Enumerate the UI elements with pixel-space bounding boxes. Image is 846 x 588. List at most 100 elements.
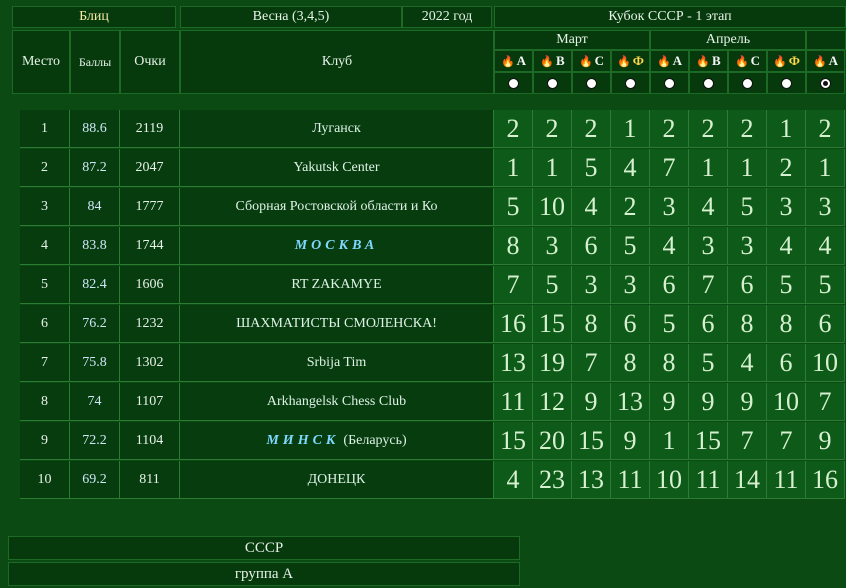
col-balls-header[interactable]: Баллы	[70, 30, 120, 94]
round-result: 7	[767, 422, 806, 460]
round-result: 7	[572, 344, 611, 382]
cell-club[interactable]: Yakutsk Center	[180, 149, 494, 187]
round-result: 5	[533, 266, 572, 304]
round-radio[interactable]	[586, 77, 597, 89]
round-result: 9	[650, 383, 689, 421]
result-value: 5	[701, 347, 715, 377]
cell-points: 1104	[120, 422, 180, 460]
place-text: 8	[41, 393, 48, 409]
table-row[interactable]: 6 76.2 1232 ШАХМАТИСТЫ СМОЛЕНСКА! 16 15 8 6 5 6 8 8…	[20, 305, 846, 343]
round-result: 8	[767, 305, 806, 343]
cell-points: 1744	[120, 227, 180, 265]
cell-club[interactable]: МОСКВА	[180, 227, 494, 265]
result-value: 1	[506, 152, 520, 182]
round-radio[interactable]	[508, 77, 519, 89]
round-result: 2	[650, 110, 689, 148]
cell-club[interactable]: ДОНЕЦК	[180, 461, 494, 499]
cell-place: 8	[20, 383, 70, 421]
table-row[interactable]: 3 84 1777 Сборная Ростовской области и Ко 5 1…	[20, 188, 846, 226]
result-value: 6	[623, 308, 637, 338]
result-value: 7	[506, 269, 520, 299]
club-text: RT ZAKAMYE	[291, 276, 382, 292]
round-result: 9	[572, 383, 611, 421]
round-result: 8	[728, 305, 767, 343]
round-result: 4	[572, 188, 611, 226]
result-value: 6	[662, 269, 676, 299]
result-value: 13	[578, 464, 604, 494]
flame-icon: 🔥	[578, 55, 593, 68]
result-value: 15	[539, 308, 565, 338]
table-row[interactable]: 4 83.8 1744 МОСКВА 8 3 6 5 4 3 3 4 4	[20, 227, 846, 265]
table-row[interactable]: 7 75.8 1302 Srbija Tim 13 19 7 8 8 5 4 6 10	[20, 344, 846, 382]
result-value: 6	[818, 308, 832, 338]
cell-points: 1107	[120, 383, 180, 421]
result-value: 6	[701, 308, 715, 338]
round-result: 4	[611, 149, 650, 187]
table-row[interactable]: 8 74 1107 Arkhangelsk Chess Club 11 12 9 13 9 9 9 1…	[20, 383, 846, 421]
round-result: 5	[767, 266, 806, 304]
round-result: 2	[689, 110, 728, 148]
month-march: Март	[494, 30, 650, 50]
result-value: 6	[740, 269, 754, 299]
cell-club[interactable]: RT ZAKAMYE	[180, 266, 494, 304]
col-points-header[interactable]: Очки	[120, 30, 180, 94]
cell-place: 3	[20, 188, 70, 226]
result-value: 3	[818, 191, 832, 221]
result-value: 9	[623, 425, 637, 455]
balls-text: 74	[87, 393, 102, 409]
cell-club[interactable]: Сборная Ростовской области и Ко	[180, 188, 494, 226]
cell-club[interactable]: ШАХМАТИСТЫ СМОЛЕНСКА!	[180, 305, 494, 343]
round-radio[interactable]	[664, 77, 675, 89]
result-value: 4	[779, 230, 793, 260]
round-result: 20	[533, 422, 572, 460]
cell-club[interactable]: МИНСК (Беларусь)	[180, 422, 494, 460]
round-radio[interactable]	[781, 77, 792, 89]
round-radio[interactable]	[742, 77, 753, 89]
result-value: 13	[500, 347, 526, 377]
place-text: 7	[41, 354, 48, 370]
table-row[interactable]: 2 87.2 2047 Yakutsk Center 1 1 5 4 7 1 1 2 1	[20, 149, 846, 187]
result-value: 8	[623, 347, 637, 377]
round-result: 2	[806, 110, 845, 148]
result-value: 4	[584, 191, 598, 221]
flame-icon: 🔥	[656, 55, 671, 68]
league-label[interactable]: СССР	[8, 536, 520, 560]
table-row[interactable]: 5 82.4 1606 RT ZAKAMYE 7 5 3 3 6 7 6 5 5	[20, 266, 846, 304]
table-row[interactable]: 1 88.6 2119 Луганск 2 2 2 1 2 2 2 1 2	[20, 110, 846, 148]
club-text: Yakutsk Center	[293, 159, 380, 175]
cell-club[interactable]: Srbija Tim	[180, 344, 494, 382]
result-value: 10	[656, 464, 682, 494]
result-value: 4	[662, 230, 676, 260]
cell-place: 5	[20, 266, 70, 304]
table-header: Блиц Весна (3,4,5) 2022 год Кубок СССР -…	[12, 6, 846, 96]
cell-club[interactable]: Arkhangelsk Chess Club	[180, 383, 494, 421]
col-place-header[interactable]: Место	[12, 30, 70, 94]
result-value: 9	[740, 386, 754, 416]
result-value: 12	[539, 386, 565, 416]
round-result: 6	[572, 227, 611, 265]
col-club-header[interactable]: Клуб	[180, 30, 494, 94]
round-result: 23	[533, 461, 572, 499]
result-value: 5	[818, 269, 832, 299]
round-radio[interactable]	[820, 77, 831, 89]
round-letter: А	[828, 53, 839, 68]
group-label[interactable]: группа А	[8, 562, 520, 586]
table-row[interactable]: 9 72.2 1104 МИНСК (Беларусь) 15 20 15 9 1 15 7 7 9	[20, 422, 846, 460]
round-result: 8	[572, 305, 611, 343]
round-radio[interactable]	[625, 77, 636, 89]
round-radio-cell-2	[533, 72, 572, 94]
round-radio[interactable]	[547, 77, 558, 89]
round-result: 13	[494, 344, 533, 382]
cell-club[interactable]: Луганск	[180, 110, 494, 148]
round-header-5: 🔥 А	[650, 50, 689, 72]
result-value: 9	[701, 386, 715, 416]
round-result: 10	[806, 344, 845, 382]
round-result: 9	[689, 383, 728, 421]
result-value: 15	[500, 425, 526, 455]
round-header-3: 🔥 С	[572, 50, 611, 72]
round-radio[interactable]	[703, 77, 714, 89]
cell-balls: 72.2	[70, 422, 120, 460]
points-text: 811	[139, 471, 160, 487]
table-row[interactable]: 10 69.2 811 ДОНЕЦК 4 23 13 11 10 11 14 11 16	[20, 461, 846, 499]
result-value: 4	[701, 191, 715, 221]
